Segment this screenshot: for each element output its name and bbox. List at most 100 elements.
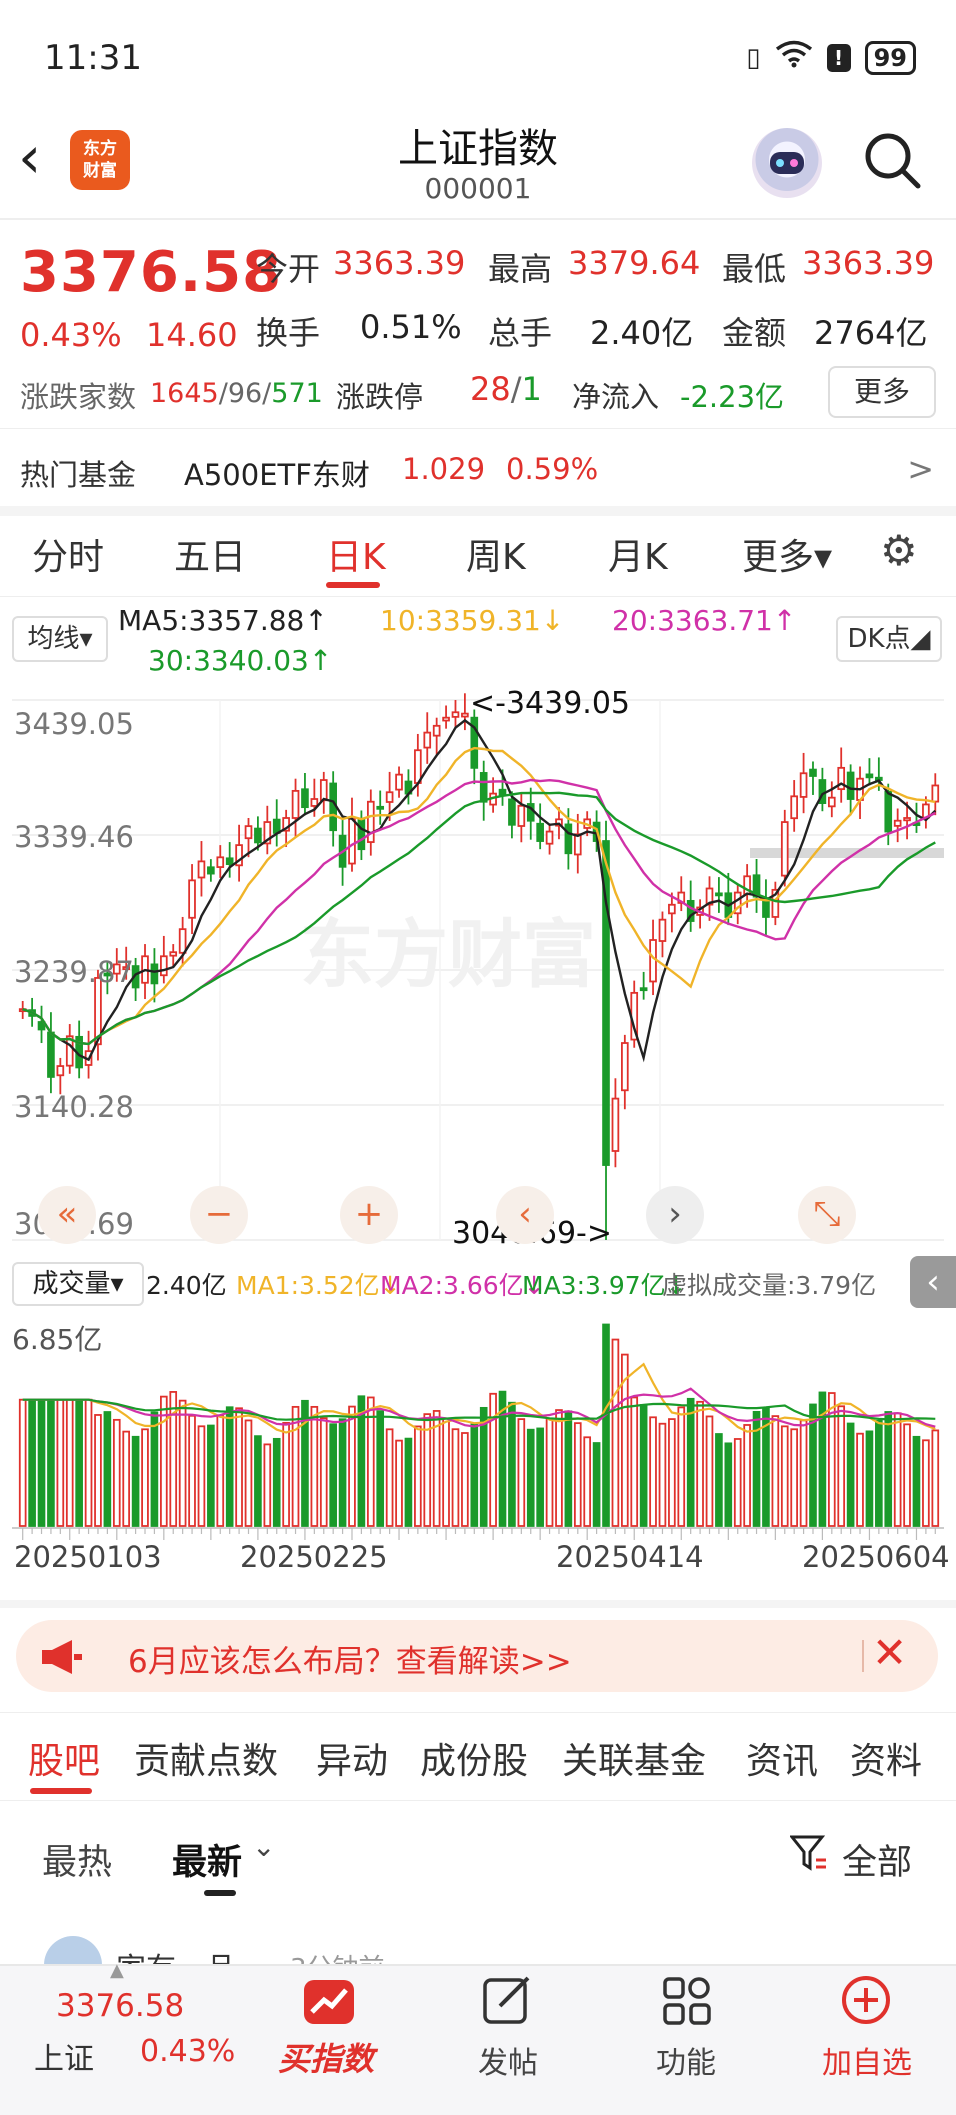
tab-news[interactable]: 资讯 <box>746 1732 818 1784</box>
sort-latest[interactable]: 最新 <box>172 1834 242 1885</box>
up-candle <box>790 795 798 820</box>
gear-icon[interactable]: ⚙ <box>880 530 918 572</box>
nav-index-pct[interactable]: 0.43% <box>140 2034 235 2069</box>
divider <box>0 218 956 220</box>
robot-assistant-icon[interactable] <box>752 128 822 198</box>
volume-bar <box>875 1419 883 1527</box>
wifi-icon <box>775 40 813 75</box>
up-candle <box>799 772 808 798</box>
up-candle <box>310 798 319 807</box>
tab-monthly-k[interactable]: 月K <box>608 528 668 580</box>
volume-bar <box>65 1398 74 1527</box>
down-candle <box>207 866 215 875</box>
volume-bar <box>696 1400 704 1527</box>
volume-bar <box>517 1418 526 1527</box>
divider <box>0 428 956 429</box>
next-icon[interactable]: › <box>646 1186 704 1244</box>
up-candle <box>573 833 582 856</box>
tab-contribution[interactable]: 贡献点数 <box>134 1732 278 1784</box>
divider <box>0 1800 956 1801</box>
up-candle <box>649 939 657 983</box>
chevron-up-icon[interactable]: ▲ <box>110 1960 124 1981</box>
nav-index-price[interactable]: 3376.58 <box>56 1988 184 2024</box>
kline-chart[interactable]: 东方财富 3439.053339.463239.873140.283040.69 <box>0 680 956 1610</box>
up-candle <box>611 1097 620 1152</box>
virtual-volume: 虚拟成交量:3.79亿 <box>662 1271 877 1300</box>
volume-bar <box>395 1439 403 1527</box>
y-tick-label: 3140.28 <box>14 1090 134 1124</box>
volume-bar <box>47 1398 55 1527</box>
zoom-in-icon[interactable]: + <box>340 1186 398 1244</box>
tab-weekly-k[interactable]: 周K <box>466 528 526 580</box>
volume-selector[interactable]: 成交量▾ <box>12 1262 144 1306</box>
ma10-line <box>22 746 936 1046</box>
tab-daily-k[interactable]: 日K <box>326 528 386 580</box>
up-candle <box>621 1042 629 1092</box>
tab-constituents[interactable]: 成份股 <box>420 1732 528 1784</box>
search-icon[interactable] <box>862 130 922 190</box>
fullscreen-icon[interactable]: ⤡ <box>798 1186 856 1244</box>
volume-bar <box>489 1392 497 1527</box>
vibrate-icon: ▯ <box>746 42 761 73</box>
prev-icon[interactable]: ‹ <box>496 1186 554 1244</box>
zoom-out-icon[interactable]: − <box>190 1186 248 1244</box>
collapse-panel-icon[interactable]: ‹ <box>910 1256 956 1308</box>
post-icon[interactable] <box>482 1974 534 2030</box>
up-candle <box>197 860 206 879</box>
section-gap <box>0 506 956 516</box>
add-icon[interactable] <box>840 1974 892 2030</box>
grid-icon[interactable] <box>662 1976 712 2030</box>
volume-bar <box>442 1417 450 1527</box>
buy-index-icon[interactable] <box>302 1978 356 2030</box>
chevron-down-icon[interactable]: ⌄ <box>252 1830 275 1863</box>
tab-profile[interactable]: 资料 <box>850 1732 922 1784</box>
hot-fund-name[interactable]: A500ETF东财 <box>184 452 370 494</box>
scroll-left-icon[interactable]: « <box>38 1186 96 1244</box>
volume-current: 2.40亿 <box>146 1271 227 1300</box>
buy-index-label[interactable]: 买指数 <box>278 2034 374 2080</box>
dk-point-button[interactable]: DK点◢ <box>836 616 942 662</box>
filter-all[interactable]: 全部 <box>842 1834 912 1885</box>
limit-up: 28 <box>470 370 511 408</box>
sort-hot[interactable]: 最热 <box>42 1834 112 1885</box>
volume-bar <box>705 1415 714 1527</box>
banner-text[interactable]: 6月应该怎么布局？查看解读>> <box>128 1636 572 1681</box>
volume-bar <box>743 1424 751 1527</box>
ma-selector[interactable]: 均线▾ <box>12 616 108 662</box>
low-label: 最低 <box>722 250 787 288</box>
volume-bar <box>18 1398 27 1527</box>
nav-index-name[interactable]: 上证 <box>34 2034 94 2078</box>
down-candle <box>47 1031 55 1078</box>
volume-ma1: MA1:3.52亿↓ <box>236 1271 401 1300</box>
alert-icon: ! <box>826 43 851 72</box>
up-candle <box>893 819 902 827</box>
function-label[interactable]: 功能 <box>648 2038 724 2082</box>
more-button[interactable]: 更多 <box>828 366 936 418</box>
volume-bar <box>630 1396 639 1527</box>
chevron-right-icon[interactable]: > <box>907 450 934 488</box>
volume-bar <box>536 1427 544 1527</box>
low-value: 3363.39 <box>802 244 935 282</box>
tab-five-day[interactable]: 五日 <box>174 528 246 580</box>
tab-movement[interactable]: 异动 <box>316 1732 388 1784</box>
hot-fund-pct: 0.59% <box>506 452 599 486</box>
tab-guba[interactable]: 股吧 <box>28 1732 100 1784</box>
volume-ma1-line <box>22 1362 936 1434</box>
volume-bar <box>75 1398 83 1527</box>
limit-sep: / <box>510 370 522 408</box>
up-candle <box>658 918 667 942</box>
tab-related-funds[interactable]: 关联基金 <box>562 1732 706 1784</box>
breadth-up: 1645 <box>150 378 219 409</box>
up-candle <box>385 791 394 803</box>
volume-bar <box>865 1430 874 1527</box>
volume-bar <box>291 1405 300 1527</box>
filter-icon[interactable] <box>788 1834 828 1878</box>
post-label[interactable]: 发帖 <box>470 2038 546 2082</box>
close-icon[interactable]: ✕ <box>872 1628 907 1677</box>
volume-bar <box>404 1437 413 1527</box>
down-candle <box>357 817 366 851</box>
tab-intraday[interactable]: 分时 <box>32 528 104 580</box>
add-watchlist-label[interactable]: 加自选 <box>812 2038 922 2082</box>
tab-more[interactable]: 更多▾ <box>742 528 832 580</box>
volume-bar <box>639 1404 648 1527</box>
